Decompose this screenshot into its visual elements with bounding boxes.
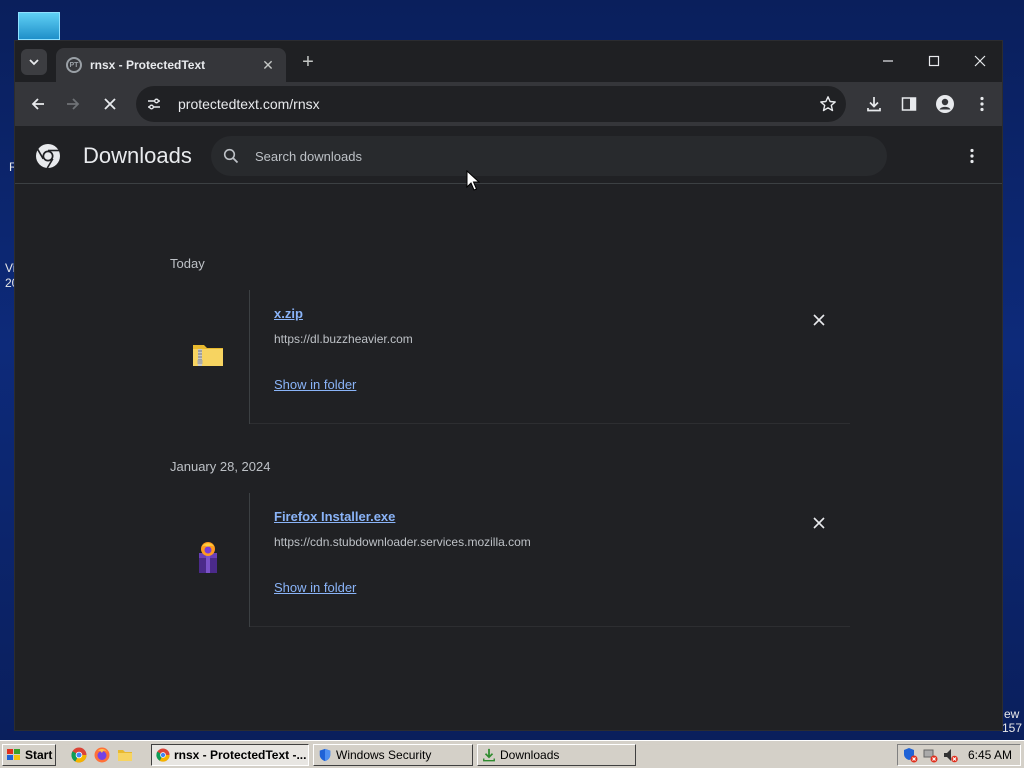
taskbar-item-label: rnsx - ProtectedText -... [174, 748, 307, 762]
date-group-label: January 28, 2024 [170, 459, 271, 474]
browser-toolbar: protectedtext.com/rnsx [15, 82, 1002, 126]
minimize-icon [883, 60, 893, 62]
desktop-label-fragment: ew [1004, 707, 1020, 721]
back-button[interactable] [24, 90, 52, 118]
volume-muted-tray-icon[interactable] [942, 747, 958, 763]
chrome-icon [156, 748, 170, 762]
mouse-cursor-icon [466, 170, 480, 191]
remove-download-button[interactable] [807, 308, 831, 332]
url-text[interactable]: protectedtext.com/rnsx [178, 96, 814, 112]
taskbar-item-windows-security[interactable]: Windows Security [313, 744, 473, 766]
taskbar-item-downloads[interactable]: Downloads [477, 744, 636, 766]
close-tab-icon[interactable]: ✕ [260, 57, 276, 73]
show-in-folder-link[interactable]: Show in folder [274, 580, 356, 595]
side-panel-button[interactable] [895, 90, 923, 118]
show-in-folder-link[interactable]: Show in folder [274, 377, 356, 392]
download-icon [867, 97, 881, 112]
downloads-button[interactable] [860, 90, 888, 118]
taskbar-item-label: Downloads [500, 748, 560, 762]
card-divider [249, 493, 250, 627]
remove-download-button[interactable] [807, 511, 831, 535]
stop-loading-button[interactable] [96, 90, 124, 118]
security-alert-tray-icon[interactable] [902, 747, 918, 763]
folder-quicklaunch-icon[interactable] [117, 747, 133, 763]
bookmark-star-icon[interactable] [814, 90, 842, 118]
arrow-right-icon [67, 98, 80, 110]
side-panel-icon [901, 97, 917, 111]
installer-icon [199, 542, 217, 573]
search-input[interactable] [255, 148, 855, 164]
chrome-menu-button[interactable] [968, 90, 996, 118]
chrome-logo-icon [36, 144, 60, 169]
card-separator [250, 626, 850, 627]
taskbar-item-label: Windows Security [336, 748, 432, 762]
system-tray: 6:45 AM [897, 744, 1021, 766]
profile-button[interactable] [931, 90, 959, 118]
file-name-link[interactable]: Firefox Installer.exe [274, 509, 395, 524]
file-name-link[interactable]: x.zip [274, 306, 303, 321]
clock[interactable]: 6:45 AM [968, 748, 1012, 762]
downloads-page: Downloads Today x.zip [15, 126, 1002, 730]
profile-avatar-icon [936, 95, 954, 113]
close-window-button[interactable] [958, 47, 1002, 75]
forward-button[interactable] [59, 90, 87, 118]
chevron-down-icon [29, 59, 39, 66]
tab-title: rnsx - ProtectedText [90, 58, 206, 72]
download-item: x.zip https://dl.buzzheavier.com Show in… [170, 290, 850, 424]
site-info-tune-icon[interactable] [142, 92, 166, 116]
zip-folder-icon [193, 345, 223, 366]
source-url: https://cdn.stubdownloader.services.mozi… [274, 535, 531, 549]
taskbar-item-chrome[interactable]: rnsx - ProtectedText -... [151, 744, 309, 766]
tab-strip: PT rnsx - ProtectedText ✕ + [15, 41, 1002, 82]
maximize-icon [928, 55, 940, 67]
downloads-header: Downloads [15, 126, 1002, 184]
browser-window: PT rnsx - ProtectedText ✕ + protectedtex… [14, 40, 1003, 731]
browser-tab-active[interactable]: PT rnsx - ProtectedText ✕ [56, 48, 286, 82]
downloads-menu-button[interactable] [962, 146, 982, 166]
taskbar: Start rnsx - ProtectedText -... Windows … [0, 740, 1024, 768]
windows-logo-icon [7, 749, 20, 760]
source-url: https://dl.buzzheavier.com [274, 332, 413, 346]
start-label: Start [25, 748, 53, 762]
chrome-quicklaunch-icon[interactable] [71, 747, 87, 763]
stop-icon [104, 98, 116, 110]
card-divider [249, 290, 250, 424]
vertical-dots-icon [980, 96, 984, 112]
address-bar[interactable]: protectedtext.com/rnsx [136, 86, 846, 122]
search-icon [221, 146, 241, 166]
date-group-label: Today [170, 256, 205, 271]
desktop-label-fragment: 157 [1002, 721, 1023, 735]
firefox-quicklaunch-icon[interactable] [94, 747, 110, 763]
new-tab-button[interactable]: + [297, 51, 319, 73]
network-disconnected-tray-icon[interactable] [922, 747, 938, 763]
close-icon [813, 314, 825, 326]
download-item: Firefox Installer.exe https://cdn.stubdo… [170, 493, 850, 627]
minimize-button[interactable] [866, 47, 910, 75]
download-icon [483, 748, 495, 762]
start-button[interactable]: Start [2, 744, 56, 766]
vertical-dots-icon [970, 148, 974, 164]
desktop-shortcut-icon[interactable] [18, 12, 60, 40]
maximize-button[interactable] [912, 47, 956, 75]
page-title: Downloads [83, 143, 192, 168]
arrow-left-icon [31, 98, 44, 110]
search-downloads-box[interactable] [211, 136, 887, 176]
card-separator [250, 423, 850, 424]
shield-icon [319, 748, 331, 762]
close-icon [974, 55, 986, 67]
tab-search-button[interactable] [21, 49, 47, 75]
protectedtext-favicon-icon: PT [66, 57, 82, 73]
close-icon [813, 517, 825, 529]
